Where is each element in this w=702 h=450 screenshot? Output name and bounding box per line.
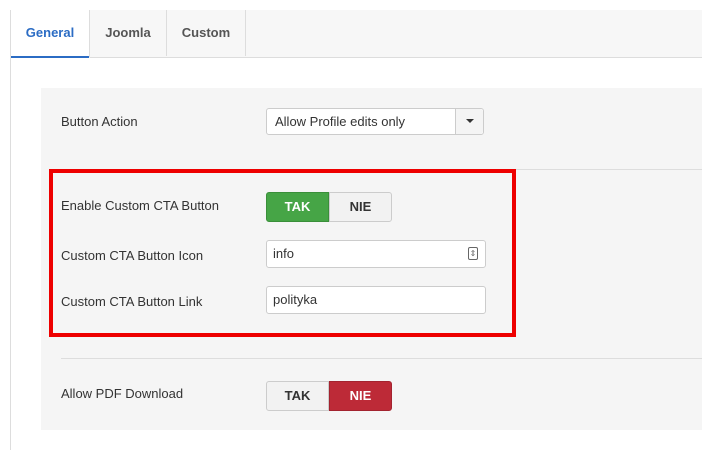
- options-window: General Joomla Custom Button Action Allo…: [10, 10, 702, 450]
- cta-link-field[interactable]: polityka: [266, 286, 486, 314]
- picker-icon[interactable]: ⇕: [468, 247, 478, 260]
- allow-pdf-no-button[interactable]: NIE: [329, 381, 392, 411]
- tab-joomla[interactable]: Joomla: [90, 10, 167, 56]
- allow-pdf-label: Allow PDF Download: [61, 386, 184, 401]
- cta-icon-value: info: [273, 246, 294, 261]
- button-action-label: Button Action: [61, 114, 138, 129]
- tab-bar: General Joomla Custom: [11, 10, 702, 58]
- settings-panel: Button Action Allow Profile edits only E…: [41, 88, 702, 430]
- cta-link-value: polityka: [273, 292, 318, 307]
- button-action-selected-value: Allow Profile edits only: [275, 114, 406, 129]
- cta-icon-field[interactable]: info ⇕: [266, 240, 486, 268]
- cta-link-label: Custom CTA Button Link: [61, 294, 203, 309]
- chevron-down-icon[interactable]: [455, 109, 483, 134]
- enable-cta-toggle: TAK NIE: [266, 192, 392, 222]
- enable-cta-yes-button[interactable]: TAK: [266, 192, 329, 222]
- button-action-select[interactable]: Allow Profile edits only: [266, 108, 484, 135]
- enable-cta-no-button[interactable]: NIE: [329, 192, 392, 222]
- section-divider: [61, 358, 702, 359]
- enable-cta-label: Enable Custom CTA Button: [61, 198, 220, 213]
- allow-pdf-yes-button[interactable]: TAK: [266, 381, 329, 411]
- tab-general[interactable]: General: [11, 10, 90, 58]
- allow-pdf-toggle: TAK NIE: [266, 381, 392, 411]
- tab-custom[interactable]: Custom: [167, 10, 246, 56]
- cta-icon-label: Custom CTA Button Icon: [61, 248, 204, 263]
- section-divider: [61, 169, 702, 170]
